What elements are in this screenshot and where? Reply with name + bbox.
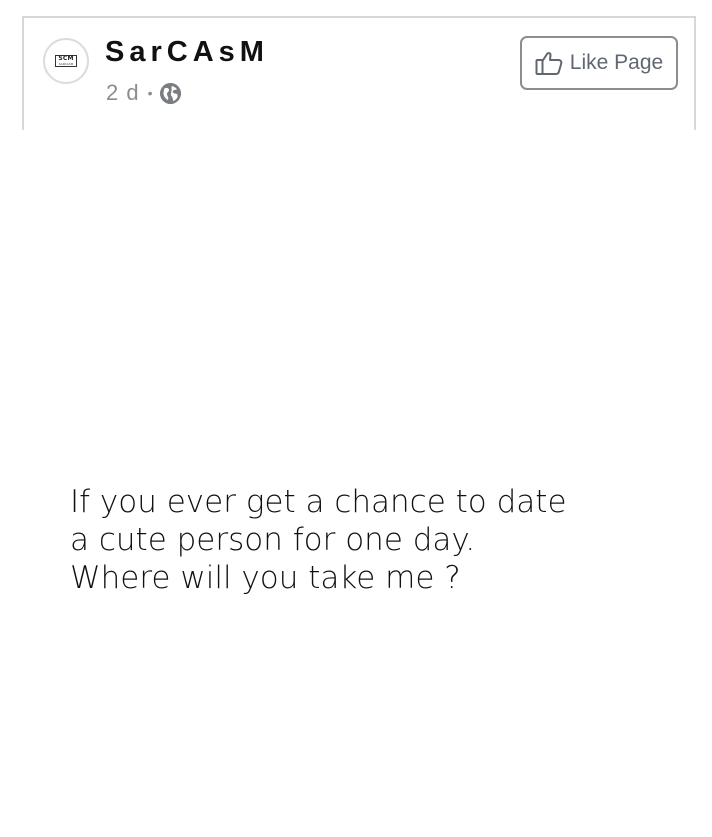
page-name-link[interactable]: SarCAsM [105,36,269,69]
like-page-label: Like Page [569,51,664,74]
like-page-button[interactable]: Like Page [520,36,678,90]
image-text-line-1: If you ever get a chance to date [70,484,567,520]
image-text-line-3: Where will you take me ? [70,560,461,596]
globe-icon[interactable] [159,82,181,104]
thumbs-up-icon [535,52,563,75]
post-image-text: If you ever get a chance to date a cute … [70,483,567,597]
post-screen: SCM SARCASM SarCAsM 2 d • Like Page If y… [0,0,712,837]
post-timestamp[interactable]: 2 d [106,80,140,106]
post-meta: 2 d • [106,80,181,106]
meta-separator: • [147,85,154,101]
page-avatar[interactable]: SCM SARCASM [43,38,89,84]
avatar-logo: SCM SARCASM [55,55,77,67]
avatar-logo-subtext: SARCASM [58,62,74,66]
image-text-line-2: a cute person for one day. [70,522,476,558]
